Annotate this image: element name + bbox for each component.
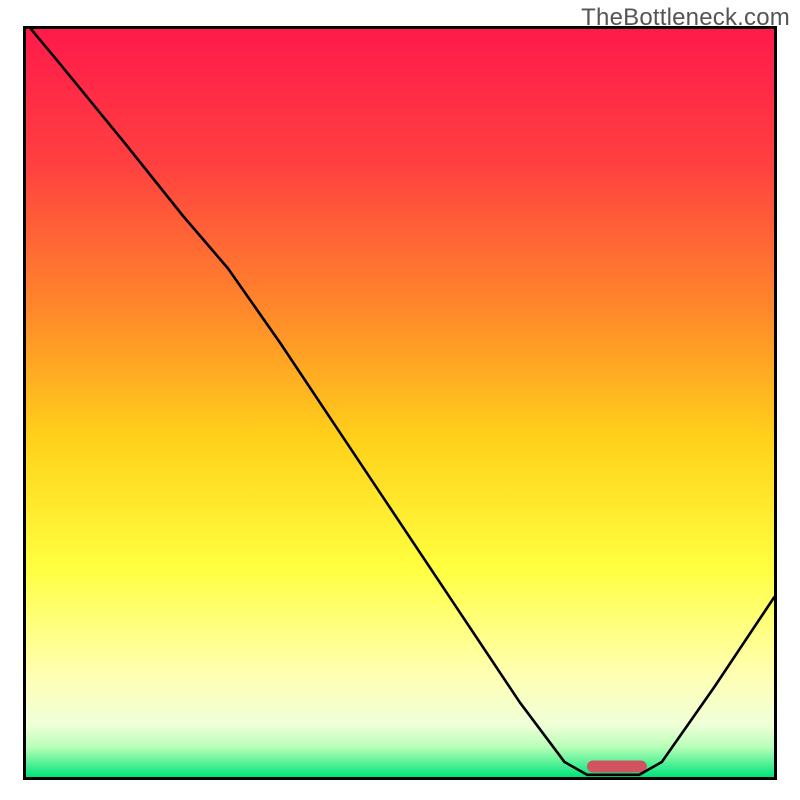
optimal-marker (587, 761, 647, 773)
chart-container: TheBottleneck.com (0, 0, 800, 800)
gradient-background (26, 29, 774, 777)
watermark-text: TheBottleneck.com (581, 4, 790, 32)
plot-area (23, 26, 777, 780)
chart-svg (26, 29, 774, 777)
